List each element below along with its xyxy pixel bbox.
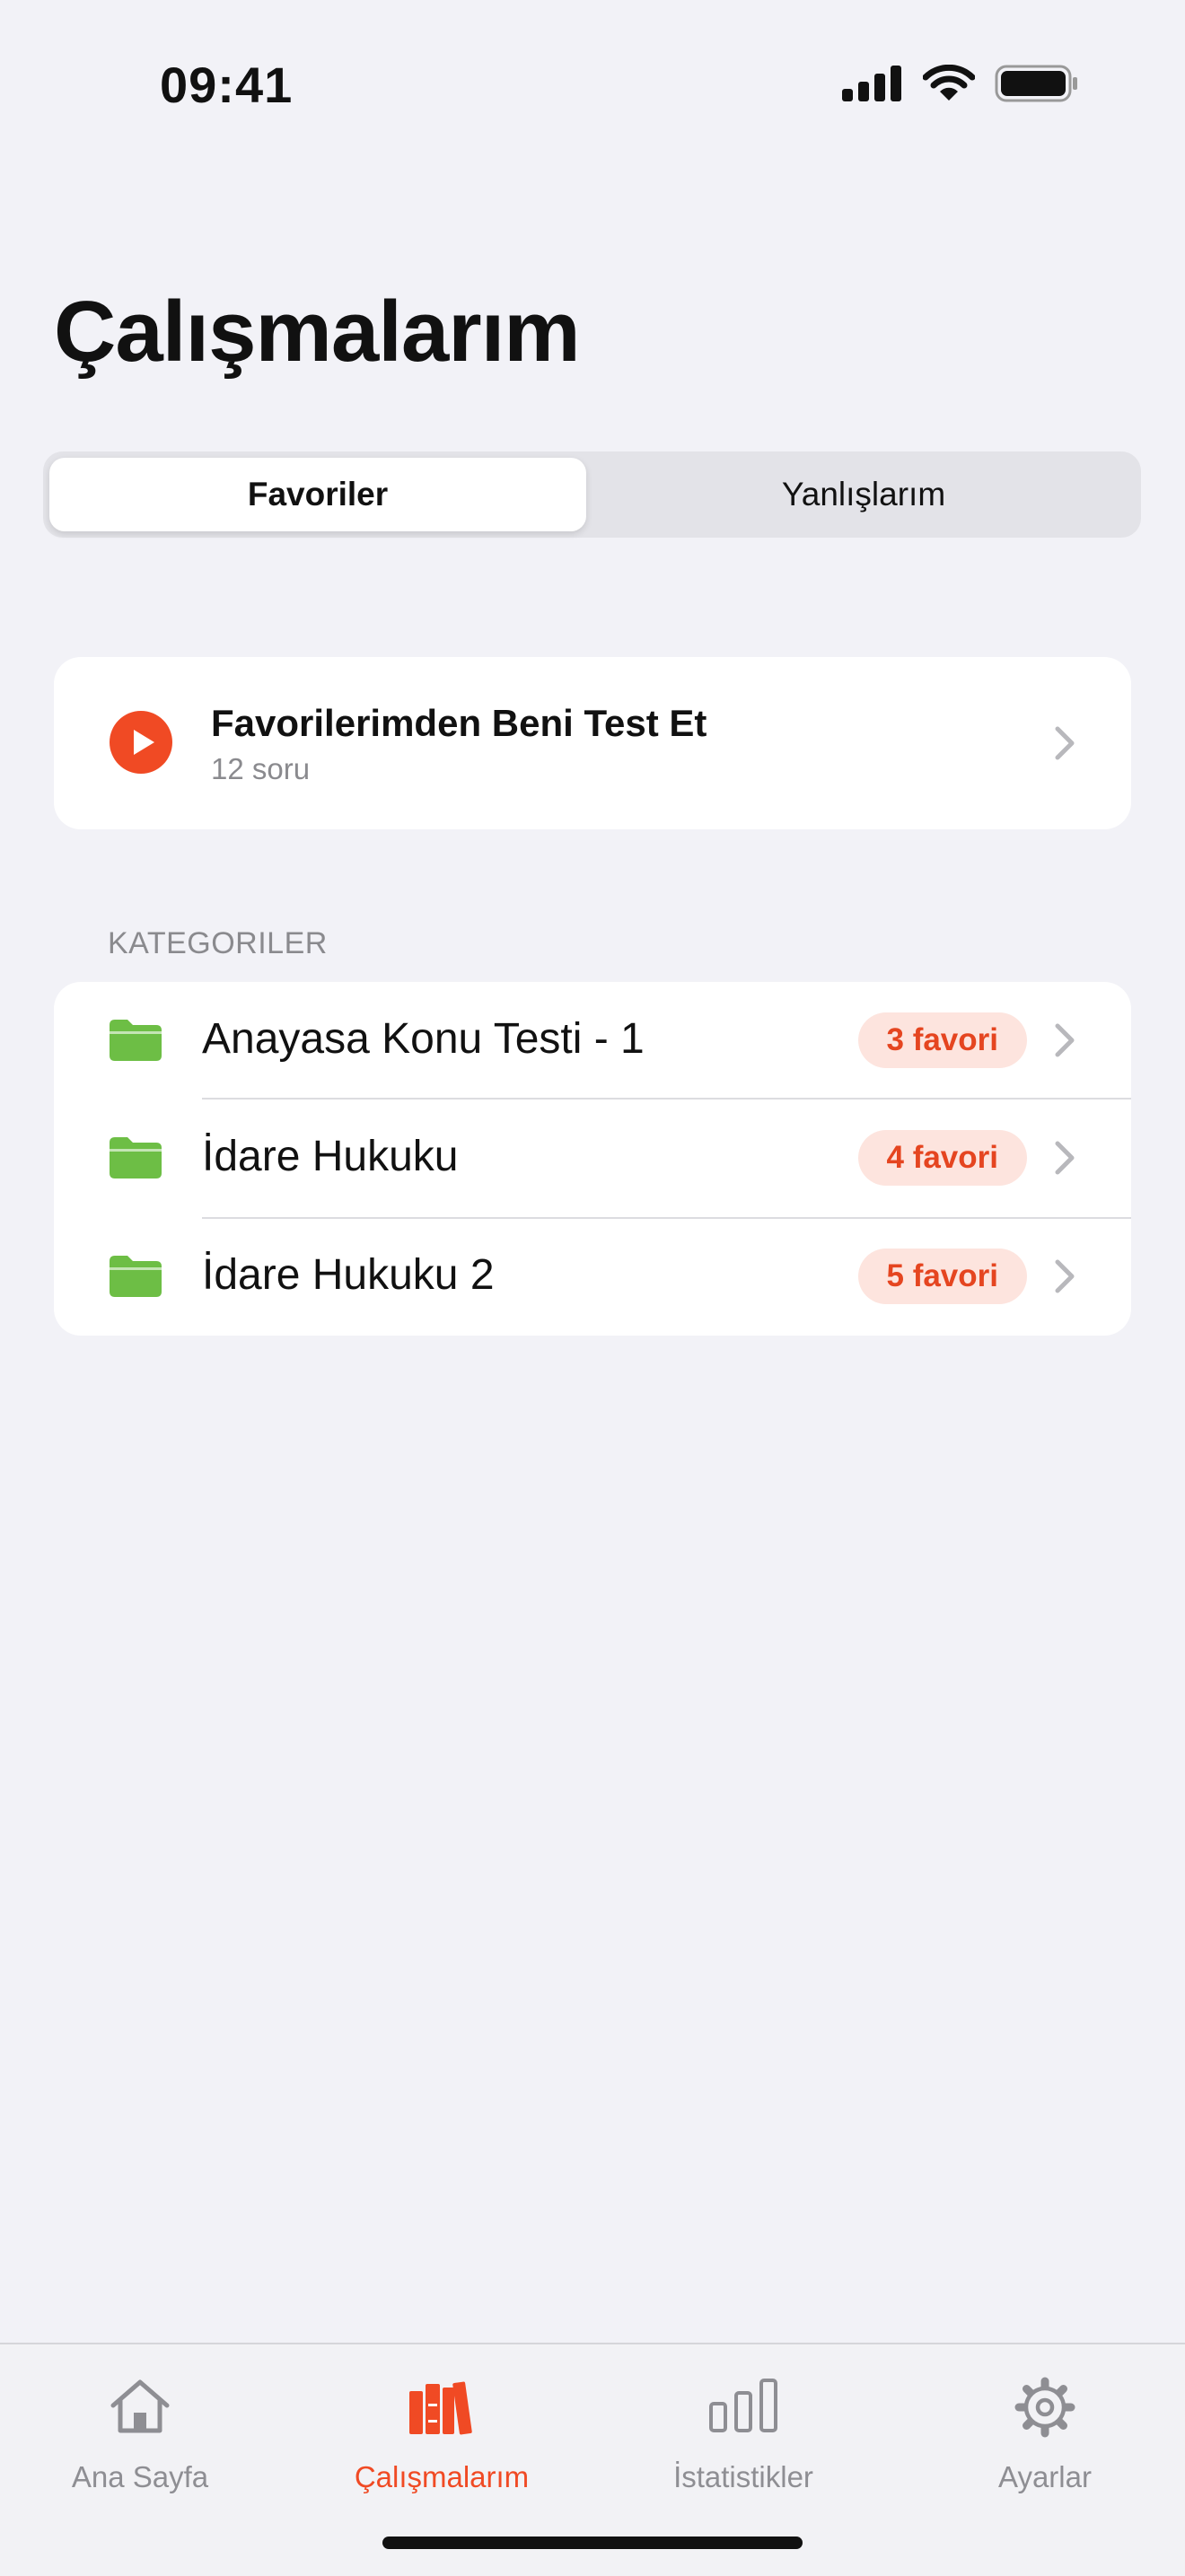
status-icons (842, 65, 1079, 102)
tab-label: Çalışmalarım (354, 2460, 530, 2493)
tab-calismalarim[interactable]: Çalışmalarım (334, 2366, 549, 2501)
test-card-subtitle: 12 soru (211, 752, 311, 785)
segmented-control: Favoriler Yanlışlarım (43, 451, 1141, 538)
categories-list: Anayasa Konu Testi - 1 3 favori İdare Hu… (54, 982, 1131, 1336)
category-label: İdare Hukuku 2 (202, 1251, 495, 1299)
battery-icon (995, 65, 1077, 102)
play-icon (110, 711, 172, 774)
segment-favoriler[interactable]: Favoriler (49, 458, 586, 531)
books-icon (409, 2381, 472, 2435)
list-item[interactable]: İdare Hukuku 4 favori (54, 1100, 1131, 1217)
home-indicator[interactable] (382, 2537, 803, 2549)
tab-label: Ana Sayfa (71, 2460, 209, 2493)
test-favorites-card[interactable]: Favorilerimden Beni Test Et 12 soru (54, 657, 1131, 829)
folder-icon (110, 1020, 162, 1061)
status-time: 09:41 (160, 57, 294, 113)
gear-icon (1014, 2377, 1075, 2438)
tab-istatistikler[interactable]: İstatistikler (636, 2366, 851, 2501)
tab-label: Ayarlar (998, 2460, 1092, 2493)
chevron-right-icon (1055, 1141, 1075, 1175)
list-item[interactable]: İdare Hukuku 2 5 favori (54, 1218, 1131, 1336)
segment-yanlislarim[interactable]: Yanlışlarım (592, 458, 1135, 531)
test-card-title: Favorilerimden Beni Test Et (211, 702, 707, 744)
wifi-icon (923, 65, 975, 101)
chevron-right-icon (1055, 1259, 1075, 1293)
house-icon (110, 2379, 170, 2433)
status-bar: 09:41 (0, 0, 1185, 171)
chevron-right-icon (1055, 1023, 1075, 1057)
category-label: Anayasa Konu Testi - 1 (202, 1015, 645, 1063)
category-label: İdare Hukuku (202, 1133, 459, 1180)
page-title: Çalışmalarım (54, 284, 581, 380)
tab-ayarlar[interactable]: Ayarlar (937, 2366, 1153, 2501)
categories-section-label: KATEGORILER (108, 926, 328, 960)
favorite-count-badge: 4 favori (857, 1130, 1027, 1186)
favorite-count-badge: 5 favori (857, 1249, 1027, 1304)
favorite-count-badge: 3 favori (857, 1012, 1027, 1068)
folder-icon (110, 1137, 162, 1178)
chart-bars-icon (709, 2379, 777, 2432)
tab-label: İstatistikler (673, 2460, 813, 2493)
tab-ana-sayfa[interactable]: Ana Sayfa (32, 2366, 248, 2501)
list-item[interactable]: Anayasa Konu Testi - 1 3 favori (54, 982, 1131, 1100)
folder-icon (110, 1256, 162, 1297)
chevron-right-icon (1055, 726, 1075, 760)
cellular-signal-icon (842, 66, 901, 101)
